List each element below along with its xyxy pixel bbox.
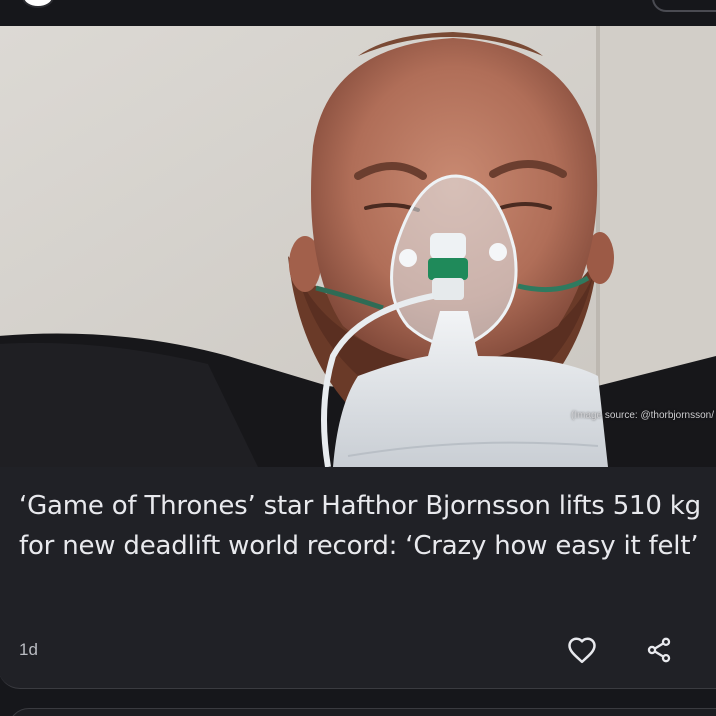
article-photo (0, 26, 716, 467)
published-time: 1d (19, 640, 38, 659)
next-card-edge[interactable] (8, 708, 716, 716)
news-card[interactable]: (Image source: @thorbjornsson/ ‘Game of … (0, 26, 716, 689)
like-button[interactable] (564, 632, 600, 668)
article-image[interactable]: (Image source: @thorbjornsson/ (0, 26, 716, 467)
follow-pill-button[interactable] (652, 0, 716, 12)
heart-outline-icon (568, 637, 596, 664)
previous-card-remnant (0, 0, 716, 26)
screen: (Image source: @thorbjornsson/ ‘Game of … (0, 0, 716, 716)
article-headline[interactable]: ‘Game of Thrones’ star Hafthor Bjornsson… (19, 486, 709, 566)
share-button[interactable] (641, 632, 677, 668)
share-icon (647, 637, 671, 663)
image-credit: (Image source: @thorbjornsson/ (571, 410, 714, 421)
source-logo-icon[interactable] (22, 0, 54, 8)
